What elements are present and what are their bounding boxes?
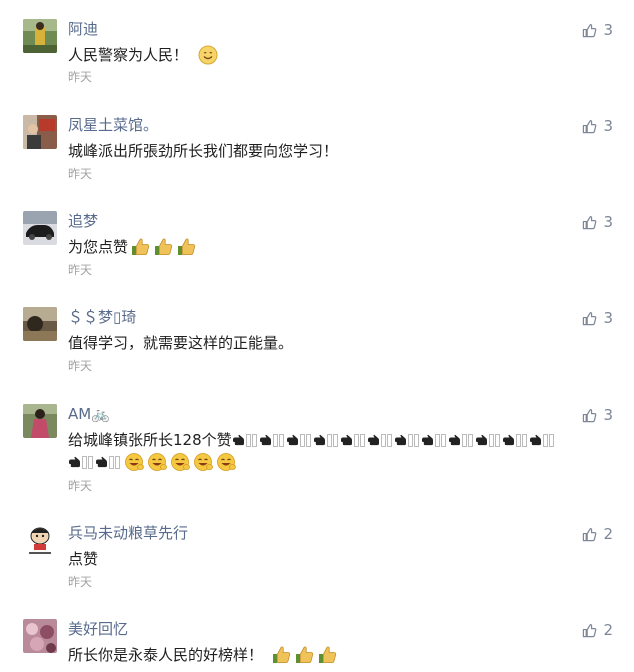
flowers-avatar-icon xyxy=(23,619,57,653)
comment-time: 昨天 xyxy=(68,263,93,277)
woman-avatar-icon xyxy=(23,404,57,438)
like-button[interactable]: 3 xyxy=(582,21,613,39)
comment-time: 昨天 xyxy=(68,359,93,373)
comment-text: 人民警察为人民！ xyxy=(68,44,608,66)
avatar[interactable] xyxy=(23,19,57,53)
pointing-hand-emoji-icon xyxy=(68,455,93,469)
comment-text: 所长你是永泰人民的好榜样！ xyxy=(68,644,608,666)
laughing-emoji-icon xyxy=(193,452,214,472)
comment-list: 阿迪 3 人民警察为人民！ 昨天 凤星土菜馆。 3 城峰派出所張劲所长我们都要向… xyxy=(0,0,634,672)
avatar[interactable] xyxy=(23,307,57,341)
pointing-hand-emoji-icon xyxy=(421,433,446,447)
pointing-hand-emoji-icon xyxy=(232,433,257,447)
thumbs-up-emoji-icon xyxy=(153,237,174,257)
thumbs-up-icon xyxy=(583,623,597,637)
thumbs-up-icon xyxy=(583,215,597,229)
comment-text: 值得学习，就需要这样的正能量。 xyxy=(68,332,608,354)
like-count: 3 xyxy=(603,309,613,327)
restaurant-avatar-icon xyxy=(23,115,57,149)
like-button[interactable]: 3 xyxy=(582,406,613,424)
like-count: 2 xyxy=(603,621,613,639)
thumbs-up-icon xyxy=(583,408,597,422)
like-button[interactable]: 2 xyxy=(582,525,613,543)
smile-emoji-icon xyxy=(198,45,218,65)
commenter-name[interactable]: 阿迪 xyxy=(68,20,98,38)
pointing-hand-emoji-icon xyxy=(259,433,284,447)
pointing-hand-emoji-icon xyxy=(475,433,500,447)
like-count: 3 xyxy=(603,406,613,424)
comment-text-line: 所长你是永泰人民的好榜样！ xyxy=(68,646,264,664)
like-button[interactable]: 3 xyxy=(582,213,613,231)
person-outdoors-avatar-icon xyxy=(23,19,57,53)
comment-text-line: 点赞 xyxy=(68,550,99,568)
comment-time: 昨天 xyxy=(68,575,93,589)
thumbs-up-emoji-icon xyxy=(271,645,292,665)
laughing-emoji-icon xyxy=(170,452,191,472)
pointing-hand-emoji-icon xyxy=(529,433,554,447)
commenter-name[interactable]: AM🚲 xyxy=(68,405,110,423)
pointing-hand-emoji-row xyxy=(232,433,556,447)
like-button[interactable]: 2 xyxy=(582,621,613,639)
comment-text-line: 给城峰镇张所长128个赞 xyxy=(68,431,232,449)
comment-text-line: 值得学习，就需要这样的正能量。 xyxy=(68,334,294,352)
pointing-hand-emoji-icon xyxy=(95,455,120,469)
pointing-hand-emoji-icon xyxy=(340,433,365,447)
laughing-emoji-icon xyxy=(216,452,237,472)
car-avatar-icon xyxy=(23,211,57,245)
like-count: 3 xyxy=(603,21,613,39)
comment-time: 昨天 xyxy=(68,70,93,84)
pointing-hand-emoji-icon xyxy=(286,433,311,447)
pointing-hand-emoji-icon xyxy=(448,433,473,447)
cartoon-avatar-icon xyxy=(23,523,57,557)
avatar[interactable] xyxy=(23,523,57,557)
commenter-name[interactable]: ＄＄梦▯琦 xyxy=(68,308,136,326)
thumbs-up-emoji-icon xyxy=(176,237,197,257)
commenter-name[interactable]: 兵马未动粮草先行 xyxy=(68,524,188,542)
like-count: 3 xyxy=(603,117,613,135)
avatar[interactable] xyxy=(23,404,57,438)
comment-text-line: 城峰派出所張劲所长我们都要向您学习！ xyxy=(68,142,339,160)
commenter-name[interactable]: 美好回忆 xyxy=(68,620,128,638)
laughing-emoji-icon xyxy=(147,452,168,472)
like-button[interactable]: 3 xyxy=(582,309,613,327)
avatar[interactable] xyxy=(23,211,57,245)
comment-text: 为您点赞 xyxy=(68,236,608,258)
thumbs-up-emoji-icon xyxy=(294,645,315,665)
commenter-name[interactable]: 凤星土菜馆。 xyxy=(68,116,158,134)
avatar[interactable] xyxy=(23,115,57,149)
landscape-avatar-icon xyxy=(23,307,57,341)
pointing-hand-emoji-icon xyxy=(502,433,527,447)
like-count: 3 xyxy=(603,213,613,231)
comment-time: 昨天 xyxy=(68,167,93,181)
comment-text: 给城峰镇张所长128个赞 xyxy=(68,429,608,473)
thumbs-up-icon xyxy=(583,23,597,37)
like-count: 2 xyxy=(603,525,613,543)
thumbs-up-icon xyxy=(583,119,597,133)
comment-text-line: 为您点赞 xyxy=(68,238,129,256)
avatar[interactable] xyxy=(23,619,57,653)
pointing-hand-emoji-icon xyxy=(394,433,419,447)
comment-time: 昨天 xyxy=(68,479,93,493)
pointing-hand-emoji-icon xyxy=(367,433,392,447)
comment-text-line: 人民警察为人民！ xyxy=(68,46,189,64)
thumbs-up-emoji-icon xyxy=(130,237,151,257)
thumbs-up-icon xyxy=(583,527,597,541)
laughing-emoji-icon xyxy=(124,452,145,472)
comment-text: 点赞 xyxy=(68,548,608,570)
commenter-name[interactable]: 追梦 xyxy=(68,212,98,230)
like-button[interactable]: 3 xyxy=(582,117,613,135)
thumbs-up-emoji-icon xyxy=(317,645,338,665)
comment-text: 城峰派出所張劲所长我们都要向您学习！ xyxy=(68,140,608,162)
pointing-hand-emoji-icon xyxy=(313,433,338,447)
pointing-hand-emoji-row xyxy=(68,455,122,469)
thumbs-up-icon xyxy=(583,311,597,325)
